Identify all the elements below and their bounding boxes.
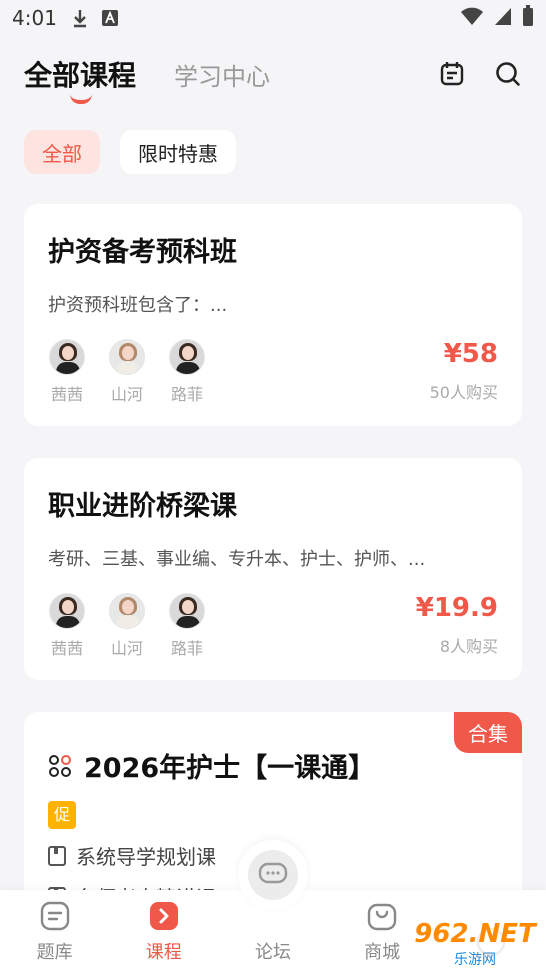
header-actions <box>438 60 522 88</box>
signal-icon <box>494 6 512 31</box>
shop-icon <box>366 900 398 932</box>
teacher-name: 路菲 <box>170 639 203 658</box>
promo-badge: 促 <box>48 801 76 829</box>
filter-all[interactable]: 全部 <box>24 130 100 174</box>
battery-icon <box>522 4 534 32</box>
course-meta: 茜茜 山河 路菲 ¥19.9 8人购买 <box>48 593 498 659</box>
status-bar: 4:01 <box>0 0 546 36</box>
nav-label: 论坛 <box>254 942 291 963</box>
course-title: 职业进阶桥梁课 <box>48 491 237 522</box>
teacher: 路菲 <box>168 593 206 659</box>
watermark-main: 962.NET <box>414 919 536 949</box>
avatar <box>49 339 85 375</box>
search-icon[interactable] <box>494 60 522 88</box>
teacher-name: 山河 <box>110 385 143 404</box>
teacher: 茜茜 <box>48 339 86 405</box>
tab-all-courses[interactable]: 全部课程 <box>24 54 137 104</box>
feature-label: 系统导学规划课 <box>76 845 216 869</box>
nav-courses[interactable]: 课程 <box>124 900 204 964</box>
course-desc: 护资预科班包含了：... <box>48 295 228 316</box>
avatar <box>169 593 205 629</box>
status-right-group <box>460 4 534 32</box>
top-header: 全部课程 学习中心 <box>0 44 546 104</box>
nav-label: 商城 <box>364 942 401 963</box>
course-card[interactable]: 职业进阶桥梁课 考研、三基、事业编、专升本、护士、护师、... 茜茜 山河 路菲… <box>24 458 522 680</box>
courses-icon <box>148 900 180 932</box>
book-icon <box>48 845 66 866</box>
question-bank-icon <box>39 900 71 932</box>
buyer-count: 50人购买 <box>429 383 498 402</box>
teacher-name: 山河 <box>110 639 143 658</box>
nav-question-bank[interactable]: 题库 <box>15 900 95 964</box>
teacher: 山河 <box>108 593 146 659</box>
tab-learning-center[interactable]: 学习中心 <box>174 57 270 92</box>
teacher: 山河 <box>108 339 146 405</box>
price-block: ¥19.9 8人购买 <box>416 593 498 657</box>
course-desc: 考研、三基、事业编、专升本、护士、护师、... <box>48 549 426 570</box>
course-title: 护资备考预科班 <box>48 237 237 268</box>
avatar <box>169 339 205 375</box>
collection-badge: 合集 <box>454 712 522 753</box>
nav-label: 课程 <box>145 942 182 963</box>
course-title: 2026年护士【一课通】 <box>84 753 376 784</box>
watermark-sub: 乐游网 <box>454 952 496 968</box>
course-title-row: 2026年护士【一课通】 <box>48 746 498 785</box>
filter-limited-offer[interactable]: 限时特惠 <box>120 130 236 174</box>
site-watermark: 962.NET 乐游网 <box>408 918 542 970</box>
grid-icon <box>48 754 72 778</box>
teacher: 路菲 <box>168 339 206 405</box>
filter-chips: 全部 限时特惠 <box>24 130 236 174</box>
calendar-icon[interactable] <box>438 60 466 88</box>
teacher: 茜茜 <box>48 593 86 659</box>
active-tab-indicator <box>70 94 92 104</box>
nav-label: 题库 <box>36 942 73 963</box>
teacher-name: 茜茜 <box>50 639 83 658</box>
wifi-icon <box>460 6 484 31</box>
avatar <box>109 593 145 629</box>
status-time: 4:01 <box>12 6 57 30</box>
course-price: ¥58 <box>443 339 498 369</box>
avatar <box>49 593 85 629</box>
nav-forum[interactable]: 论坛 <box>233 840 313 964</box>
forum-bubble <box>237 840 308 910</box>
price-block: ¥58 50人购买 <box>430 339 498 403</box>
avatar <box>109 339 145 375</box>
teacher-name: 茜茜 <box>50 385 83 404</box>
teacher-name: 路菲 <box>170 385 203 404</box>
forum-icon <box>247 850 298 900</box>
course-price: ¥19.9 <box>415 593 498 623</box>
course-card[interactable]: 护资备考预科班 护资预科班包含了：... 茜茜 山河 路菲 ¥58 50人购买 <box>24 204 522 426</box>
buyer-count: 8人购买 <box>439 637 498 656</box>
app-a-icon <box>101 9 119 27</box>
tab-all-courses-label: 全部课程 <box>24 59 137 92</box>
teacher-list: 茜茜 山河 路菲 <box>48 593 206 659</box>
download-icon <box>71 8 89 28</box>
course-meta: 茜茜 山河 路菲 ¥58 50人购买 <box>48 339 498 405</box>
teacher-list: 茜茜 山河 路菲 <box>48 339 206 405</box>
